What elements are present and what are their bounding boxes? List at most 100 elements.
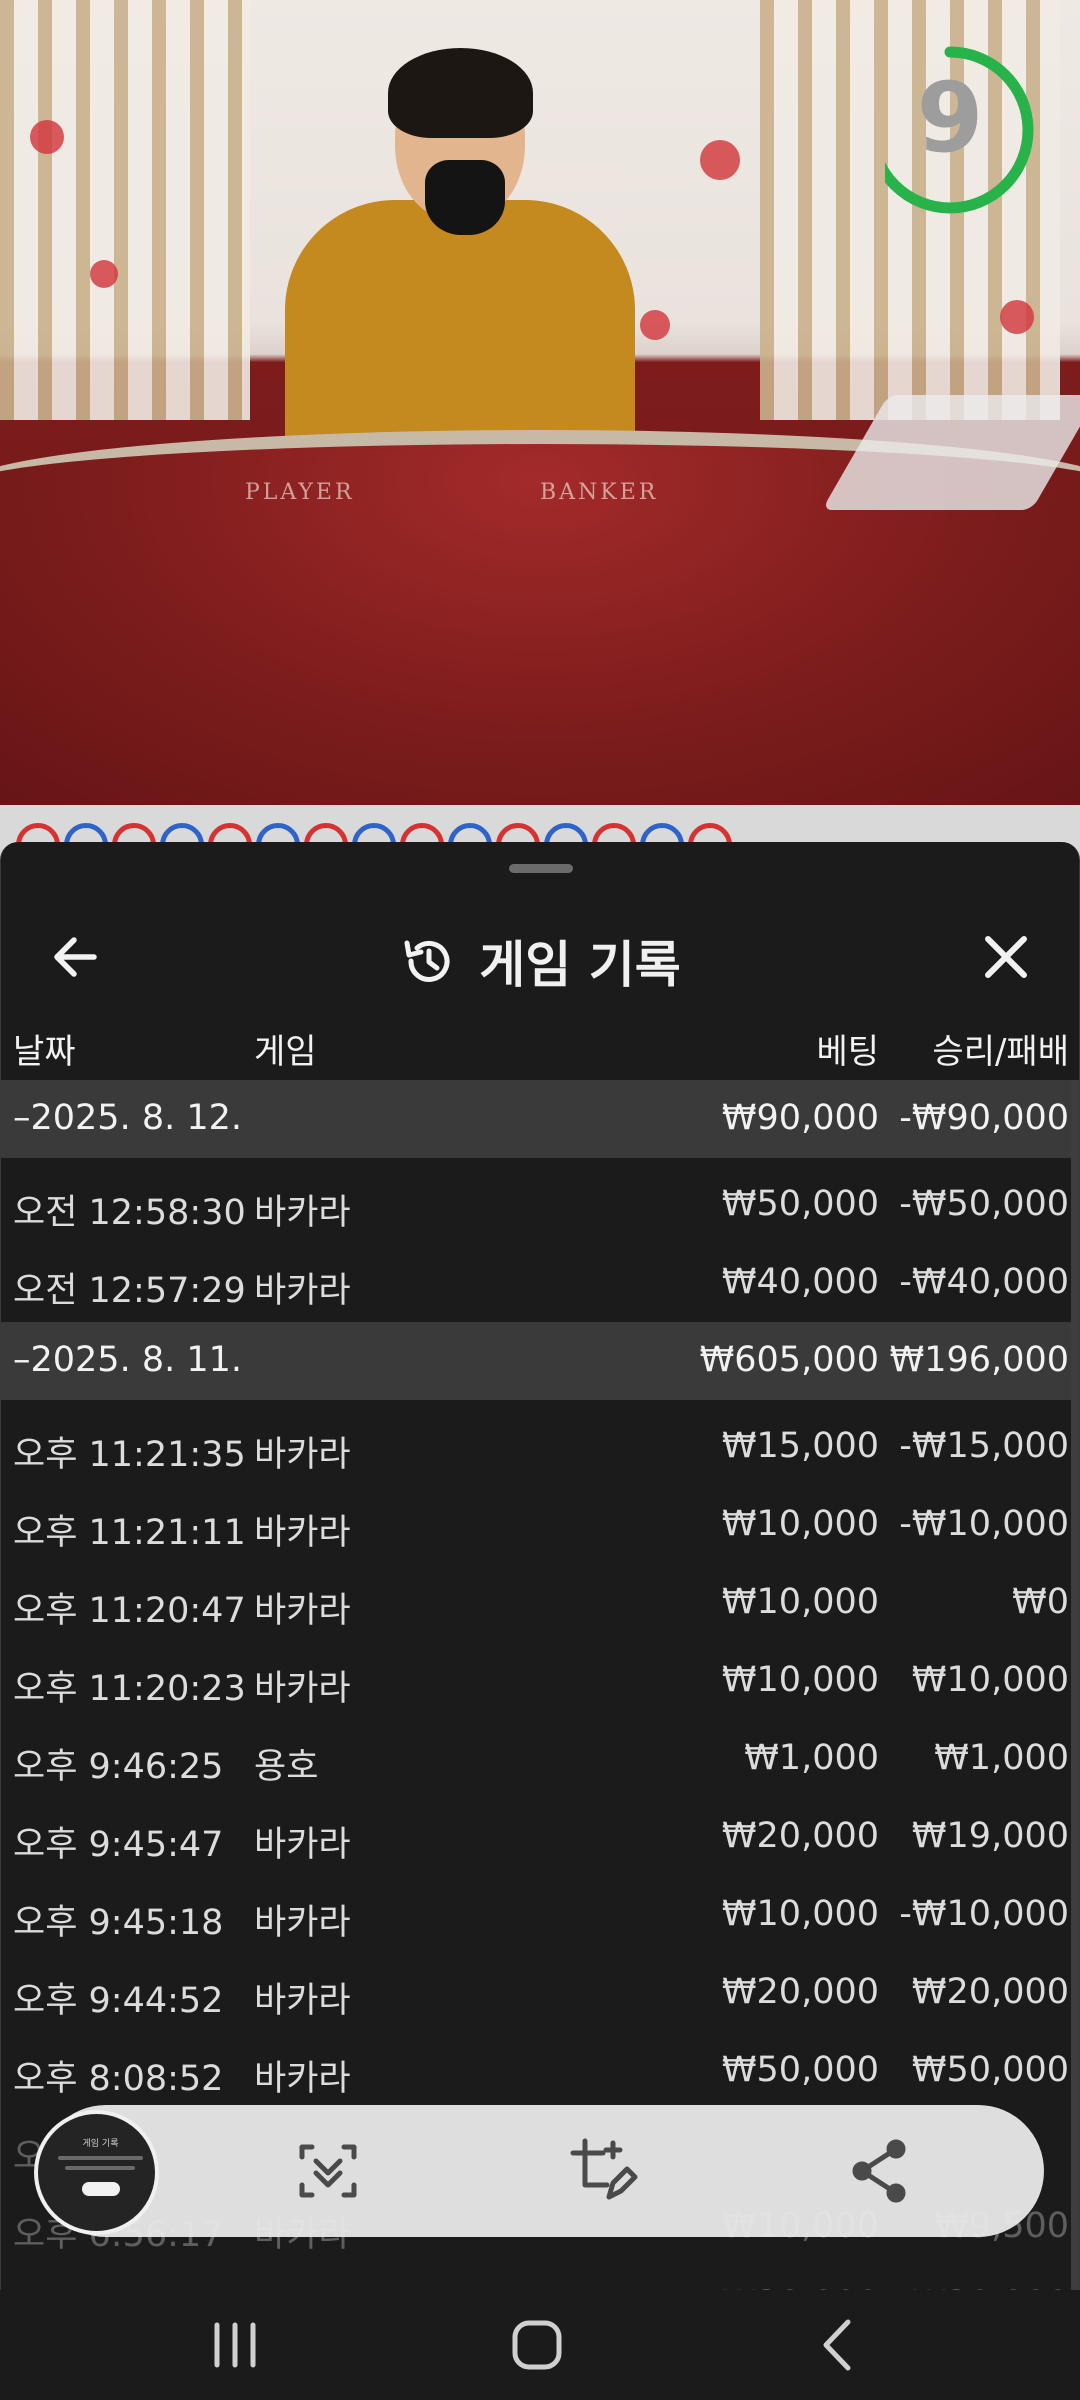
recent-apps-icon[interactable]: [200, 2310, 270, 2380]
back-icon[interactable]: [804, 2310, 874, 2380]
table-banker-label: BANKER: [540, 480, 659, 505]
crop-edit-icon[interactable]: [567, 2135, 639, 2207]
row-win-loss: ₩19,000: [911, 1816, 1069, 1856]
row-date: 오후 8:08:52: [13, 2059, 224, 2099]
thumbnail-line: [58, 2156, 143, 2160]
row-bet: ₩10,000: [721, 1660, 879, 1700]
thumbnail-button: [82, 2182, 120, 2196]
row-game: 바카라: [254, 1271, 351, 1311]
table-row: 오후 9:45:18 바카라 ₩10,000 -₩10,000: [1, 1876, 1079, 1954]
close-icon: [985, 936, 1027, 978]
blossom: [640, 310, 670, 340]
row-game: 바카라: [254, 1193, 351, 1233]
row-win-loss: -₩15,000: [899, 1426, 1069, 1466]
close-button[interactable]: [976, 927, 1036, 987]
date-group-row[interactable]: –2025. 8. 12. ₩90,000 -₩90,000: [1, 1080, 1079, 1158]
live-dealer-video[interactable]: PLAYER BANKER 9: [0, 0, 1080, 805]
row-bet: ₩40,000: [721, 1262, 879, 1302]
blossom: [30, 120, 64, 154]
row-win-loss: -₩90,000: [899, 1098, 1069, 1138]
row-bet: ₩20,000: [721, 1816, 879, 1856]
scrollbar[interactable]: [1071, 1080, 1079, 2400]
row-game: 바카라: [254, 1435, 351, 1475]
screenshot-thumbnail[interactable]: 게임 기록: [34, 2110, 159, 2235]
blossom: [700, 140, 740, 180]
sheet-header: 게임 기록: [1, 897, 1079, 1017]
column-game: 게임: [254, 1032, 317, 1072]
row-game: 바카라: [254, 1591, 351, 1631]
share-icon[interactable]: [844, 2135, 916, 2207]
row-bet: ₩1,000: [744, 1738, 879, 1778]
dealer-hair: [388, 48, 533, 138]
row-win-loss: ₩196,000: [889, 1340, 1069, 1380]
row-game: 바카라: [254, 1669, 351, 1709]
sheet-drag-handle[interactable]: [509, 864, 573, 873]
row-date: 오후 9:46:25: [13, 1747, 224, 1787]
row-game: 바카라: [254, 1825, 351, 1865]
row-bet: ₩10,000: [721, 1582, 879, 1622]
table-row: 오후 9:44:52 바카라 ₩20,000 ₩20,000: [1, 1954, 1079, 2032]
table-row: 오후 11:20:23 바카라 ₩10,000 ₩10,000: [1, 1642, 1079, 1720]
table-row: 오전 12:58:30 바카라 ₩50,000 -₩50,000: [1, 1166, 1079, 1244]
row-date: 오후 9:44:52: [13, 1981, 224, 2021]
table-player-label: PLAYER: [245, 480, 355, 505]
column-header-row: 날짜 게임 베팅 승리/패배: [1, 1014, 1079, 1084]
row-game: 바카라: [254, 1981, 351, 2021]
row-game: 바카라: [254, 1903, 351, 1943]
table-row: 오후 11:20:47 바카라 ₩10,000 ₩0: [1, 1564, 1079, 1642]
countdown-timer: 9: [866, 40, 1035, 225]
blossom: [1000, 300, 1034, 334]
blossom: [90, 260, 118, 288]
row-date: 오후 9:45:47: [13, 1825, 224, 1865]
table-row: 오후 9:45:47 바카라 ₩20,000 ₩19,000: [1, 1798, 1079, 1876]
sheet-title: 게임 기록: [479, 936, 681, 994]
row-bet: ₩10,000: [721, 1894, 879, 1934]
home-icon[interactable]: [502, 2310, 572, 2380]
row-win-loss: ₩1,000: [934, 1738, 1069, 1778]
row-date: 오전 12:57:29: [13, 1271, 246, 1311]
dealer-body: [285, 200, 635, 460]
thumbnail-title: 게임 기록: [82, 2139, 119, 2149]
table-row: 오후 8:08:52 바카라 ₩50,000 ₩50,000: [1, 2032, 1079, 2110]
table-row: 오후 9:46:25 용호 ₩1,000 ₩1,000: [1, 1720, 1079, 1798]
row-date: 오후 9:45:18: [13, 1903, 224, 1943]
row-bet: ₩50,000: [721, 1184, 879, 1224]
row-date: 오후 11:20:47: [13, 1591, 246, 1631]
column-win-loss: 승리/패배: [932, 1032, 1069, 1072]
table-row: 오후 11:21:35 바카라 ₩15,000 -₩15,000: [1, 1408, 1079, 1486]
column-date: 날짜: [13, 1032, 76, 1072]
row-game: 용호: [254, 1747, 319, 1787]
row-game: 바카라: [254, 2059, 351, 2099]
system-navigation-bar: [0, 2290, 1080, 2400]
row-win-loss: ₩10,000: [911, 1660, 1069, 1700]
row-bet: ₩10,000: [721, 1504, 879, 1544]
table-row: 오후 11:21:11 바카라 ₩10,000 -₩10,000: [1, 1486, 1079, 1564]
table-row: 오전 12:57:29 바카라 ₩40,000 -₩40,000: [1, 1244, 1079, 1322]
sheet-title-area: 게임 기록: [1, 925, 1079, 994]
row-bet: ₩50,000: [721, 2050, 879, 2090]
row-win-loss: ₩20,000: [911, 1972, 1069, 2012]
row-date: 오후 11:21:11: [13, 1513, 246, 1553]
row-bet: ₩15,000: [721, 1426, 879, 1466]
row-date: 오전 12:58:30: [13, 1193, 246, 1233]
countdown-number: 9: [916, 62, 984, 174]
row-date: 오후 11:21:35: [13, 1435, 246, 1475]
row-date: –2025. 8. 11.: [13, 1340, 243, 1380]
row-game: 바카라: [254, 1513, 351, 1553]
row-win-loss: -₩10,000: [899, 1894, 1069, 1934]
row-date: –2025. 8. 12.: [13, 1098, 243, 1138]
date-group-row[interactable]: –2025. 8. 11. ₩605,000 ₩196,000: [1, 1322, 1079, 1400]
dealer-mask: [425, 160, 505, 235]
row-win-loss: -₩40,000: [899, 1262, 1069, 1302]
row-win-loss: -₩50,000: [899, 1184, 1069, 1224]
row-bet: ₩605,000: [699, 1340, 879, 1380]
row-win-loss: ₩50,000: [911, 2050, 1069, 2090]
row-win-loss: -₩10,000: [899, 1504, 1069, 1544]
row-bet: ₩20,000: [721, 1972, 879, 2012]
scroll-capture-icon[interactable]: [292, 2135, 364, 2207]
decorative-screen-left: [0, 0, 250, 420]
history-icon: [404, 940, 450, 982]
row-bet: ₩90,000: [721, 1098, 879, 1138]
row-win-loss: ₩0: [1012, 1582, 1069, 1622]
column-bet: 베팅: [816, 1032, 879, 1072]
